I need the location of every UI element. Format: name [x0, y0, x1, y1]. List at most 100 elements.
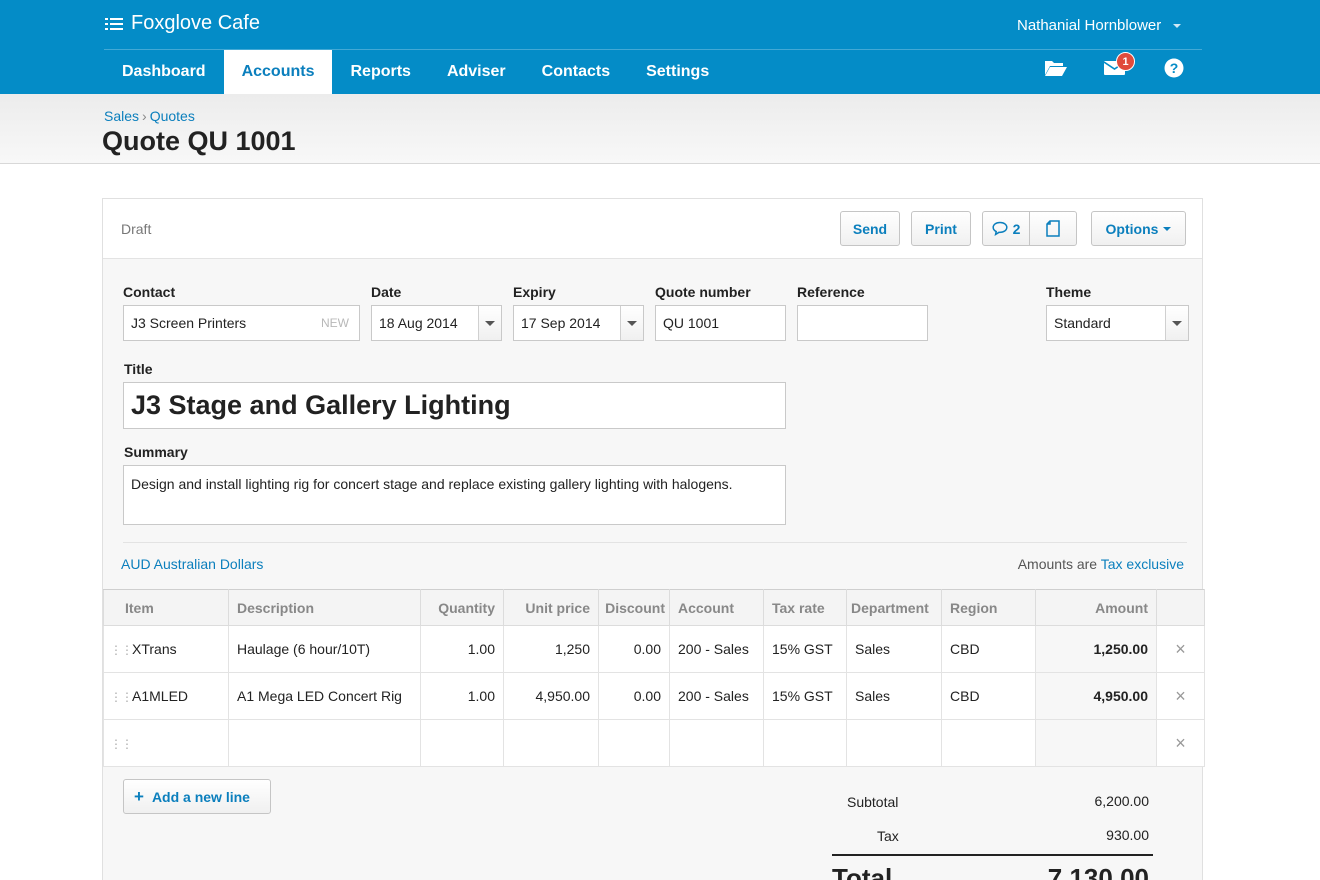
col-header-tax-rate: Tax rate — [763, 589, 847, 626]
total-divider — [832, 854, 1153, 856]
summary-label: Summary — [124, 444, 188, 460]
tax-rate-cell[interactable]: 15% GST — [763, 625, 847, 673]
discount-cell[interactable]: 0.00 — [598, 672, 670, 720]
reference-label: Reference — [797, 284, 865, 300]
subtotal-value: 6,200.00 — [1094, 793, 1150, 809]
quote-toolbar: Draft Send Print 2 Options — [103, 199, 1202, 259]
amounts-tax-mode: Amounts are Tax exclusive — [1018, 556, 1184, 572]
quote-number-field[interactable]: QU 1001 — [655, 305, 786, 341]
table-row: ⋮⋮A1MLED A1 Mega LED Concert Rig 1.00 4,… — [103, 672, 1205, 720]
expiry-dropdown-button[interactable] — [620, 306, 643, 340]
unit-price-cell[interactable] — [503, 719, 599, 767]
title-label: Title — [124, 361, 153, 377]
theme-dropdown-button[interactable] — [1165, 306, 1188, 340]
tax-rate-cell[interactable] — [763, 719, 847, 767]
breadcrumb-quotes[interactable]: Quotes — [150, 108, 195, 124]
account-cell[interactable] — [669, 719, 764, 767]
title-field[interactable]: J3 Stage and Gallery Lighting — [123, 382, 786, 429]
unit-price-cell[interactable]: 1,250 — [503, 625, 599, 673]
delete-row-button[interactable]: × — [1156, 719, 1205, 767]
total-value: 7,130.00 — [1047, 863, 1149, 880]
reference-field[interactable] — [797, 305, 928, 341]
drag-handle-icon[interactable]: ⋮⋮ — [110, 644, 133, 656]
col-header-discount: Discount — [598, 589, 670, 626]
chevron-down-icon — [1173, 23, 1182, 28]
amount-cell: 4,950.00 — [1035, 672, 1157, 720]
delete-row-button[interactable]: × — [1156, 625, 1205, 673]
region-cell[interactable]: CBD — [941, 625, 1036, 673]
chevron-down-icon — [627, 320, 637, 326]
tab-dashboard[interactable]: Dashboard — [104, 50, 224, 94]
help-button[interactable]: ? — [1164, 58, 1184, 83]
add-line-label: Add a new line — [151, 788, 250, 805]
tab-contacts[interactable]: Contacts — [524, 50, 628, 94]
description-cell[interactable] — [228, 719, 421, 767]
new-contact-hint: NEW — [321, 316, 349, 330]
files-button[interactable] — [1044, 58, 1068, 83]
department-cell[interactable]: Sales — [846, 625, 942, 673]
tax-rate-cell[interactable]: 15% GST — [763, 672, 847, 720]
date-dropdown-button[interactable] — [478, 306, 501, 340]
theme-select[interactable]: Standard — [1046, 305, 1189, 341]
table-row-empty: ⋮⋮ × — [103, 719, 1205, 767]
quantity-cell[interactable]: 1.00 — [420, 625, 504, 673]
menu-list-icon — [105, 17, 123, 30]
unit-price-cell[interactable]: 4,950.00 — [503, 672, 599, 720]
region-cell[interactable]: CBD — [941, 672, 1036, 720]
tab-adviser[interactable]: Adviser — [429, 50, 524, 94]
tab-reports[interactable]: Reports — [332, 50, 428, 94]
quantity-cell[interactable] — [420, 719, 504, 767]
item-cell[interactable]: ⋮⋮ — [103, 719, 229, 767]
expiry-field[interactable]: 17 Sep 2014 — [513, 305, 644, 341]
table-header-row: Item Description Quantity Unit price Dis… — [103, 589, 1205, 626]
col-header-quantity: Quantity — [420, 589, 504, 626]
contact-field[interactable]: J3 Screen Printers NEW — [123, 305, 360, 341]
breadcrumb-sales[interactable]: Sales — [104, 108, 139, 124]
send-button[interactable]: Send — [840, 211, 900, 246]
line-items-table: Item Description Quantity Unit price Dis… — [103, 589, 1205, 767]
account-cell[interactable]: 200 - Sales — [669, 672, 764, 720]
delete-row-button[interactable]: × — [1156, 672, 1205, 720]
quantity-cell[interactable]: 1.00 — [420, 672, 504, 720]
org-switcher[interactable]: Foxglove Cafe — [105, 12, 260, 35]
date-value: 18 Aug 2014 — [379, 315, 458, 331]
mail-button[interactable]: 1 — [1103, 52, 1135, 81]
tab-accounts[interactable]: Accounts — [223, 50, 333, 94]
file-icon — [1046, 220, 1060, 237]
top-bar: Foxglove Cafe Nathanial Hornblower Dashb… — [0, 0, 1320, 94]
main-nav: Dashboard Accounts Reports Adviser Conta… — [104, 50, 727, 94]
col-header-region: Region — [941, 589, 1036, 626]
currency-selector[interactable]: AUD Australian Dollars — [121, 556, 263, 572]
description-cell[interactable]: Haulage (6 hour/10T) — [228, 625, 421, 673]
date-field[interactable]: 18 Aug 2014 — [371, 305, 502, 341]
drag-handle-icon[interactable]: ⋮⋮ — [110, 738, 133, 750]
drag-handle-icon[interactable]: ⋮⋮ — [110, 691, 133, 703]
region-cell[interactable] — [941, 719, 1036, 767]
table-row: ⋮⋮XTrans Haulage (6 hour/10T) 1.00 1,250… — [103, 625, 1205, 673]
chevron-down-icon — [1172, 320, 1182, 326]
description-cell[interactable]: A1 Mega LED Concert Rig — [228, 672, 421, 720]
item-cell[interactable]: ⋮⋮XTrans — [103, 625, 229, 673]
tax-mode-link[interactable]: Tax exclusive — [1101, 556, 1184, 572]
comments-button[interactable]: 2 — [982, 211, 1030, 246]
summary-field[interactable]: Design and install lighting rig for conc… — [123, 465, 786, 525]
discount-cell[interactable]: 0.00 — [598, 625, 670, 673]
attach-file-button[interactable] — [1029, 211, 1077, 246]
theme-value: Standard — [1054, 315, 1111, 331]
discount-cell[interactable] — [598, 719, 670, 767]
tab-settings[interactable]: Settings — [628, 50, 727, 94]
account-cell[interactable]: 200 - Sales — [669, 625, 764, 673]
notification-badge: 1 — [1116, 52, 1135, 71]
amount-cell — [1035, 719, 1157, 767]
item-cell[interactable]: ⋮⋮A1MLED — [103, 672, 229, 720]
close-icon: × — [1175, 685, 1186, 706]
department-cell[interactable]: Sales — [846, 672, 942, 720]
quote-form: Draft Send Print 2 Options Contact J3 Sc… — [102, 198, 1205, 880]
add-line-button[interactable]: + Add a new line — [123, 779, 271, 814]
department-cell[interactable] — [846, 719, 942, 767]
options-button[interactable]: Options — [1091, 211, 1186, 246]
expiry-label: Expiry — [513, 284, 556, 300]
print-button[interactable]: Print — [911, 211, 971, 246]
status-label: Draft — [121, 221, 152, 237]
user-menu[interactable]: Nathanial Hornblower — [1017, 17, 1182, 34]
